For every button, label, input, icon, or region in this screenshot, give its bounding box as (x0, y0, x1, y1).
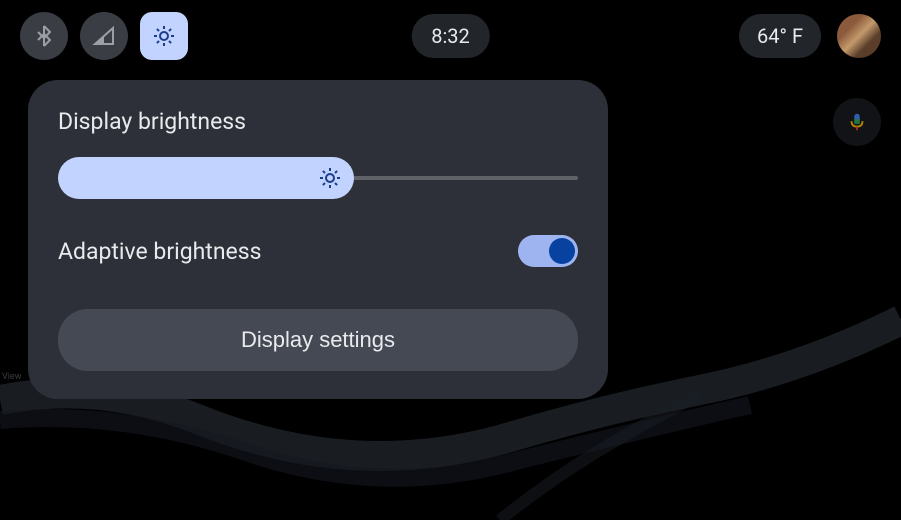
slider-fill (58, 157, 354, 199)
bluetooth-icon (32, 24, 56, 48)
panel-title: Display brightness (58, 108, 578, 135)
status-right-group: 64° F (739, 14, 881, 58)
brightness-slider[interactable] (58, 157, 578, 199)
bluetooth-button[interactable] (20, 12, 68, 60)
microphone-icon (846, 111, 868, 133)
brightness-icon (152, 24, 176, 48)
adaptive-brightness-row: Adaptive brightness (58, 235, 578, 267)
status-left-group (20, 12, 188, 60)
status-bar: 8:32 64° F (0, 0, 901, 72)
avatar[interactable] (837, 14, 881, 58)
signal-icon (92, 24, 116, 48)
brightness-panel: Display brightness Adaptive brightness D… (28, 80, 608, 399)
display-settings-button[interactable]: Display settings (58, 309, 578, 371)
clock: 8:32 (411, 14, 490, 58)
toggle-thumb (549, 238, 575, 264)
map-label: View (2, 372, 21, 382)
adaptive-brightness-label: Adaptive brightness (58, 238, 261, 265)
signal-button[interactable] (80, 12, 128, 60)
sun-icon (318, 166, 342, 190)
adaptive-brightness-toggle[interactable] (518, 235, 578, 267)
temperature: 64° F (739, 14, 821, 58)
voice-assistant-button[interactable] (833, 98, 881, 146)
brightness-button[interactable] (140, 12, 188, 60)
